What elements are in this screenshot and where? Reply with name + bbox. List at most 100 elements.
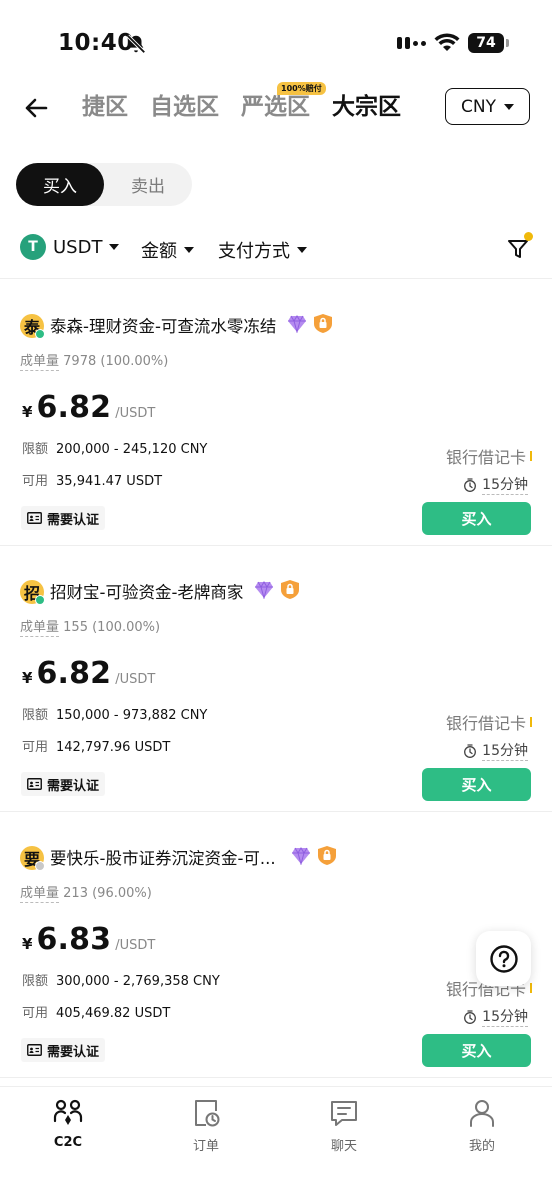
- coin-filter[interactable]: T USDT: [20, 234, 120, 260]
- tab-bulk-zone[interactable]: 大宗区: [332, 90, 401, 124]
- currency-selector[interactable]: CNY: [445, 88, 530, 125]
- chevron-down-icon: [503, 103, 514, 110]
- limit-value: 200,000 - 245,120 CNY: [56, 442, 208, 457]
- payment-time: 15分钟: [463, 474, 528, 495]
- nav-chat[interactable]: 聊天: [299, 1097, 389, 1154]
- zone-tabs: 捷区 自选区 严选区 100%赔付 大宗区: [82, 82, 401, 124]
- sell-tab[interactable]: 卖出: [104, 163, 192, 206]
- orders-value: 155 (100.00%): [63, 620, 161, 635]
- limit-value: 300,000 - 2,769,358 CNY: [56, 974, 220, 989]
- bottom-nav: C2C 订单 聊天 我的: [0, 1086, 552, 1200]
- orders-icon: [195, 1100, 220, 1127]
- currency-symbol: ¥: [22, 935, 33, 953]
- signal-icon: [397, 37, 426, 49]
- filter-bar: T USDT 金额 支付方式: [0, 228, 552, 272]
- chevron-down-icon: [109, 244, 120, 250]
- price-row: ¥ 6.83 /USDT: [22, 922, 155, 957]
- available-value: 405,469.82 USDT: [56, 1006, 171, 1021]
- price-unit: /USDT: [115, 672, 156, 687]
- tab-watchlist-zone[interactable]: 自选区: [150, 90, 219, 124]
- buy-button[interactable]: 买入: [422, 768, 531, 801]
- help-button[interactable]: [476, 931, 531, 986]
- kyc-label: 需要认证: [47, 1044, 100, 1060]
- order-stats: 成单量 213 (96.00%): [20, 882, 152, 903]
- nav-chat-label: 聊天: [330, 1139, 357, 1154]
- nav-profile[interactable]: 我的: [437, 1097, 527, 1154]
- merchant-name[interactable]: 泰森-理财资金-可查流水零冻结: [50, 313, 276, 337]
- wifi-icon: [434, 33, 460, 51]
- diamond-icon: [288, 315, 306, 333]
- chevron-down-icon: [297, 247, 307, 253]
- payment-time-value: 15分钟: [482, 1006, 528, 1027]
- available-row: 可用 35,941.47 USDT: [22, 470, 162, 489]
- orders-label[interactable]: 成单量: [20, 354, 60, 371]
- nav-orders[interactable]: 订单: [161, 1097, 251, 1154]
- limit-label: 限额: [22, 708, 49, 723]
- tab-quick-zone[interactable]: 捷区: [82, 90, 128, 124]
- order-stats: 成单量 7978 (100.00%): [20, 350, 168, 371]
- filter-funnel-icon[interactable]: [507, 238, 529, 260]
- amount-filter[interactable]: 金额: [141, 237, 194, 263]
- status-time: 10:40: [58, 30, 134, 56]
- limit-row: 限额 150,000 - 973,882 CNY: [22, 704, 207, 723]
- payment-filter-label: 支付方式: [218, 241, 290, 262]
- tab-selected-zone-label: 严选区: [241, 94, 310, 120]
- coin-filter-label: USDT: [53, 236, 103, 258]
- price-row: ¥ 6.82 /USDT: [22, 390, 155, 425]
- filter-active-dot: [524, 232, 533, 241]
- ad-card: 要 要快乐-股市证券沉淀资金-可... 成单量 213 (96.00%) ¥ 6…: [0, 812, 552, 1078]
- usdt-coin-icon: T: [20, 234, 46, 260]
- ad-card: 泰 泰森-理财资金-可查流水零冻结 成单量 7978 (100.00%) ¥ 6…: [0, 280, 552, 546]
- online-status-dot: [35, 861, 45, 871]
- available-label: 可用: [22, 1006, 49, 1021]
- battery-icon: 74: [468, 33, 509, 53]
- profile-icon: [470, 1100, 494, 1127]
- available-label: 可用: [22, 474, 49, 489]
- payment-time: 15分钟: [463, 740, 528, 761]
- buy-button[interactable]: 买入: [422, 502, 531, 535]
- price-value: 6.82: [36, 656, 112, 691]
- payment-time-value: 15分钟: [482, 474, 528, 495]
- available-value: 142,797.96 USDT: [56, 740, 171, 755]
- top-nav: 捷区 自选区 严选区 100%赔付 大宗区 CNY: [0, 80, 552, 136]
- nav-c2c[interactable]: C2C: [23, 1097, 113, 1150]
- nav-c2c-label: C2C: [53, 1135, 83, 1150]
- bell-off-icon: [126, 34, 146, 54]
- shield-lock-icon: [314, 314, 332, 333]
- price-unit: /USDT: [115, 406, 156, 421]
- diamond-icon: [255, 581, 273, 599]
- online-status-dot: [35, 329, 45, 339]
- divider: [0, 278, 552, 279]
- payment-method-marker: [530, 717, 532, 727]
- kyc-label: 需要认证: [47, 512, 100, 528]
- price-row: ¥ 6.82 /USDT: [22, 656, 155, 691]
- amount-filter-label: 金额: [141, 241, 177, 262]
- merchant-name[interactable]: 要快乐-股市证券沉淀资金-可...: [50, 845, 276, 869]
- payment-time-value: 15分钟: [482, 740, 528, 761]
- diamond-icon: [292, 847, 310, 865]
- orders-label[interactable]: 成单量: [20, 886, 60, 903]
- limit-label: 限额: [22, 442, 49, 457]
- available-label: 可用: [22, 740, 49, 755]
- limit-row: 限额 200,000 - 245,120 CNY: [22, 438, 207, 457]
- price-value: 6.82: [36, 390, 112, 425]
- merchant-name[interactable]: 招财宝-可验资金-老牌商家: [50, 579, 243, 603]
- tab-selected-zone[interactable]: 严选区 100%赔付: [241, 82, 326, 124]
- currency-label: CNY: [461, 96, 496, 117]
- buy-button[interactable]: 买入: [422, 1034, 531, 1067]
- online-status-dot: [35, 595, 45, 605]
- chevron-down-icon: [184, 247, 194, 253]
- compensation-badge: 100%赔付: [277, 82, 326, 95]
- back-arrow-icon[interactable]: [20, 92, 52, 124]
- price-value: 6.83: [36, 922, 112, 957]
- payment-filter[interactable]: 支付方式: [218, 237, 307, 263]
- buy-tab[interactable]: 买入: [16, 163, 104, 206]
- id-card-icon: [27, 778, 42, 790]
- payment-method: 银行借记卡: [445, 714, 526, 733]
- p2p-page: 10:40 74 捷区 自选区 严选区 100%赔付 大宗区 CNY 买入 卖出…: [0, 0, 552, 1200]
- orders-label[interactable]: 成单量: [20, 620, 60, 637]
- payment-method-marker: [530, 983, 532, 993]
- currency-symbol: ¥: [22, 669, 33, 687]
- c2c-icon: [53, 1099, 83, 1125]
- status-bar: 10:40 74: [0, 0, 552, 90]
